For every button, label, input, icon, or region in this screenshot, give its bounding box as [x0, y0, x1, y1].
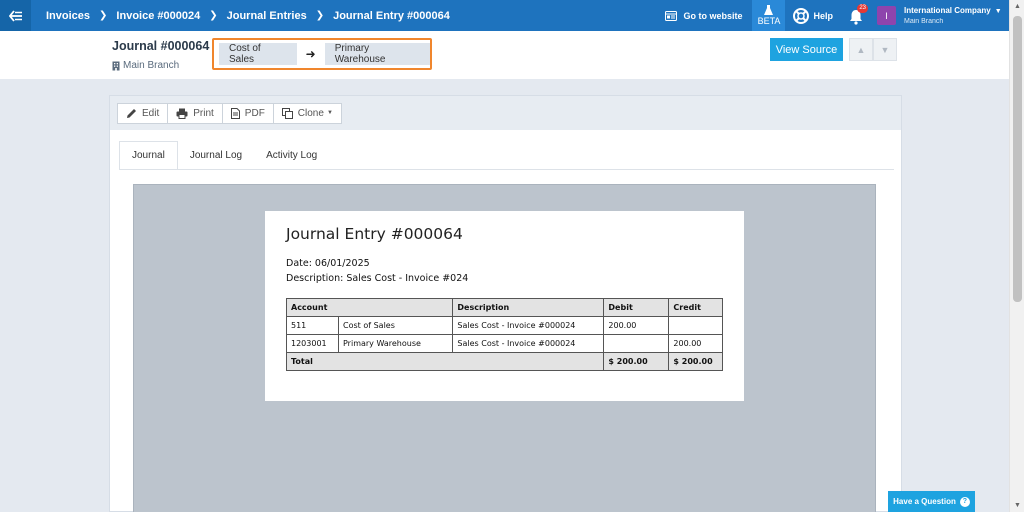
caret-down-icon: ▼	[994, 7, 1002, 15]
row-description: Sales Cost - Invoice #000024	[452, 334, 605, 353]
print-button[interactable]: Print	[167, 102, 223, 124]
website-icon	[665, 10, 678, 21]
next-record-button[interactable]: ▼	[873, 38, 897, 61]
notification-count-badge: 23	[857, 3, 868, 13]
page-scrollbar[interactable]: ▲ ▼	[1009, 0, 1024, 512]
scroll-up-icon[interactable]: ▲	[1014, 3, 1021, 10]
document-viewer[interactable]: Journal Entry #000064 Date: 06/01/2025 D…	[133, 184, 876, 512]
flow-to-account[interactable]: Primary Warehouse	[324, 43, 430, 65]
page-title: Journal #000064	[112, 39, 210, 53]
document-title: Journal Entry #000064	[286, 225, 463, 243]
column-header-account: Account	[285, 298, 454, 317]
breadcrumb: Invoices ❯ Invoice #000024 ❯ Journal Ent…	[31, 10, 450, 22]
notifications-button[interactable]: 23	[847, 3, 868, 26]
have-a-question-button[interactable]: Have a Question ?	[888, 491, 975, 512]
column-header-credit: Credit	[668, 298, 723, 317]
document-date: Date: 06/01/2025	[286, 258, 370, 269]
scroll-down-icon[interactable]: ▼	[1014, 502, 1021, 509]
lifebuoy-icon	[793, 7, 810, 24]
chevron-down-icon: ▼	[880, 44, 890, 55]
clone-button[interactable]: Clone ▼	[272, 102, 342, 124]
tab-bar: Journal Journal Log Activity Log	[119, 141, 330, 170]
column-header-description: Description	[452, 298, 605, 317]
go-to-website-link[interactable]: Go to website	[665, 10, 743, 21]
breadcrumb-invoice[interactable]: Invoice #000024	[116, 10, 200, 22]
page-header: Journal #000064 Main Branch Cost of Sale…	[0, 31, 1009, 79]
company-branch: Main Branch	[904, 17, 944, 25]
tab-activity-log[interactable]: Activity Log	[254, 141, 330, 170]
table-row: 511 Cost of Sales Sales Cost - Invoice #…	[286, 316, 723, 335]
go-to-website-label: Go to website	[683, 10, 743, 21]
company-name: International Company ▼	[904, 5, 1002, 15]
row-credit: 200.00	[668, 334, 723, 353]
table-row: 1203001 Primary Warehouse Sales Cost - I…	[286, 334, 723, 353]
record-navigation: ▲ ▼	[849, 38, 898, 61]
scrollbar-thumb[interactable]	[1013, 16, 1022, 302]
total-credit: $ 200.00	[668, 352, 723, 371]
company-switcher[interactable]: I International Company ▼ Main Branch	[877, 6, 1009, 26]
pdf-button[interactable]: PDF	[221, 102, 274, 124]
building-icon	[112, 61, 120, 70]
pencil-icon	[127, 108, 136, 118]
question-icon: ?	[959, 496, 970, 507]
arrow-right-icon: ➜	[305, 47, 316, 61]
row-debit	[603, 334, 670, 353]
row-debit: 200.00	[603, 316, 670, 335]
breadcrumb-invoices[interactable]: Invoices	[46, 10, 90, 22]
journal-table: Account Description Debit Credit 511 Cos…	[285, 298, 723, 371]
tab-divider	[119, 169, 894, 170]
account-code: 511	[286, 316, 339, 335]
total-label: Total	[285, 352, 605, 371]
action-toolbar: Edit Print PDF Clone ▼	[110, 96, 901, 130]
journal-card: Edit Print PDF Clone ▼ Journal Journal L…	[109, 95, 902, 512]
row-credit	[668, 316, 723, 335]
account-name: Cost of Sales	[337, 316, 454, 335]
top-navigation-bar: Invoices ❯ Invoice #000024 ❯ Journal Ent…	[0, 0, 1009, 31]
account-code: 1203001	[286, 334, 339, 353]
tab-journal-log[interactable]: Journal Log	[177, 141, 255, 170]
document-icon	[230, 107, 240, 119]
table-header-row: Account Description Debit Credit	[285, 298, 723, 317]
edit-button[interactable]: Edit	[117, 102, 169, 124]
chevron-right-icon: ❯	[99, 10, 108, 21]
flow-from-account[interactable]: Cost of Sales	[219, 43, 297, 65]
caret-down-icon: ▼	[326, 110, 333, 116]
printer-icon	[176, 108, 188, 119]
beta-button[interactable]: BETA	[752, 0, 786, 31]
flask-icon	[764, 5, 774, 15]
previous-record-button[interactable]: ▲	[849, 38, 873, 61]
document-description: Description: Sales Cost - Invoice #024	[286, 273, 469, 284]
top-right-actions: Go to website BETA Help 23 I Internation…	[665, 0, 1009, 31]
row-description: Sales Cost - Invoice #000024	[452, 316, 605, 335]
breadcrumb-journal-entry: Journal Entry #000064	[333, 9, 450, 22]
company-avatar: I	[877, 6, 896, 25]
help-button[interactable]: Help	[793, 7, 833, 24]
total-row: Total $ 200.00 $ 200.00	[285, 352, 723, 371]
beta-label: BETA	[757, 16, 781, 26]
journal-document: Journal Entry #000064 Date: 06/01/2025 D…	[265, 211, 744, 401]
account-flow: Cost of Sales ➜ Primary Warehouse	[212, 38, 432, 70]
view-source-button[interactable]: View Source	[770, 38, 843, 61]
copy-icon	[281, 107, 293, 119]
chevron-right-icon: ❯	[315, 10, 325, 21]
breadcrumb-journal-entries[interactable]: Journal Entries	[227, 10, 307, 22]
help-label: Help	[813, 10, 833, 21]
menu-arrow-icon	[8, 9, 22, 22]
account-name: Primary Warehouse	[337, 334, 454, 353]
chevron-right-icon: ❯	[209, 10, 218, 21]
tab-journal[interactable]: Journal	[119, 141, 178, 170]
column-header-debit: Debit	[603, 298, 670, 317]
total-debit: $ 200.00	[603, 352, 670, 371]
menu-toggle-button[interactable]	[0, 0, 31, 31]
chevron-up-icon: ▲	[856, 44, 866, 55]
branch-label: Main Branch	[112, 60, 179, 71]
